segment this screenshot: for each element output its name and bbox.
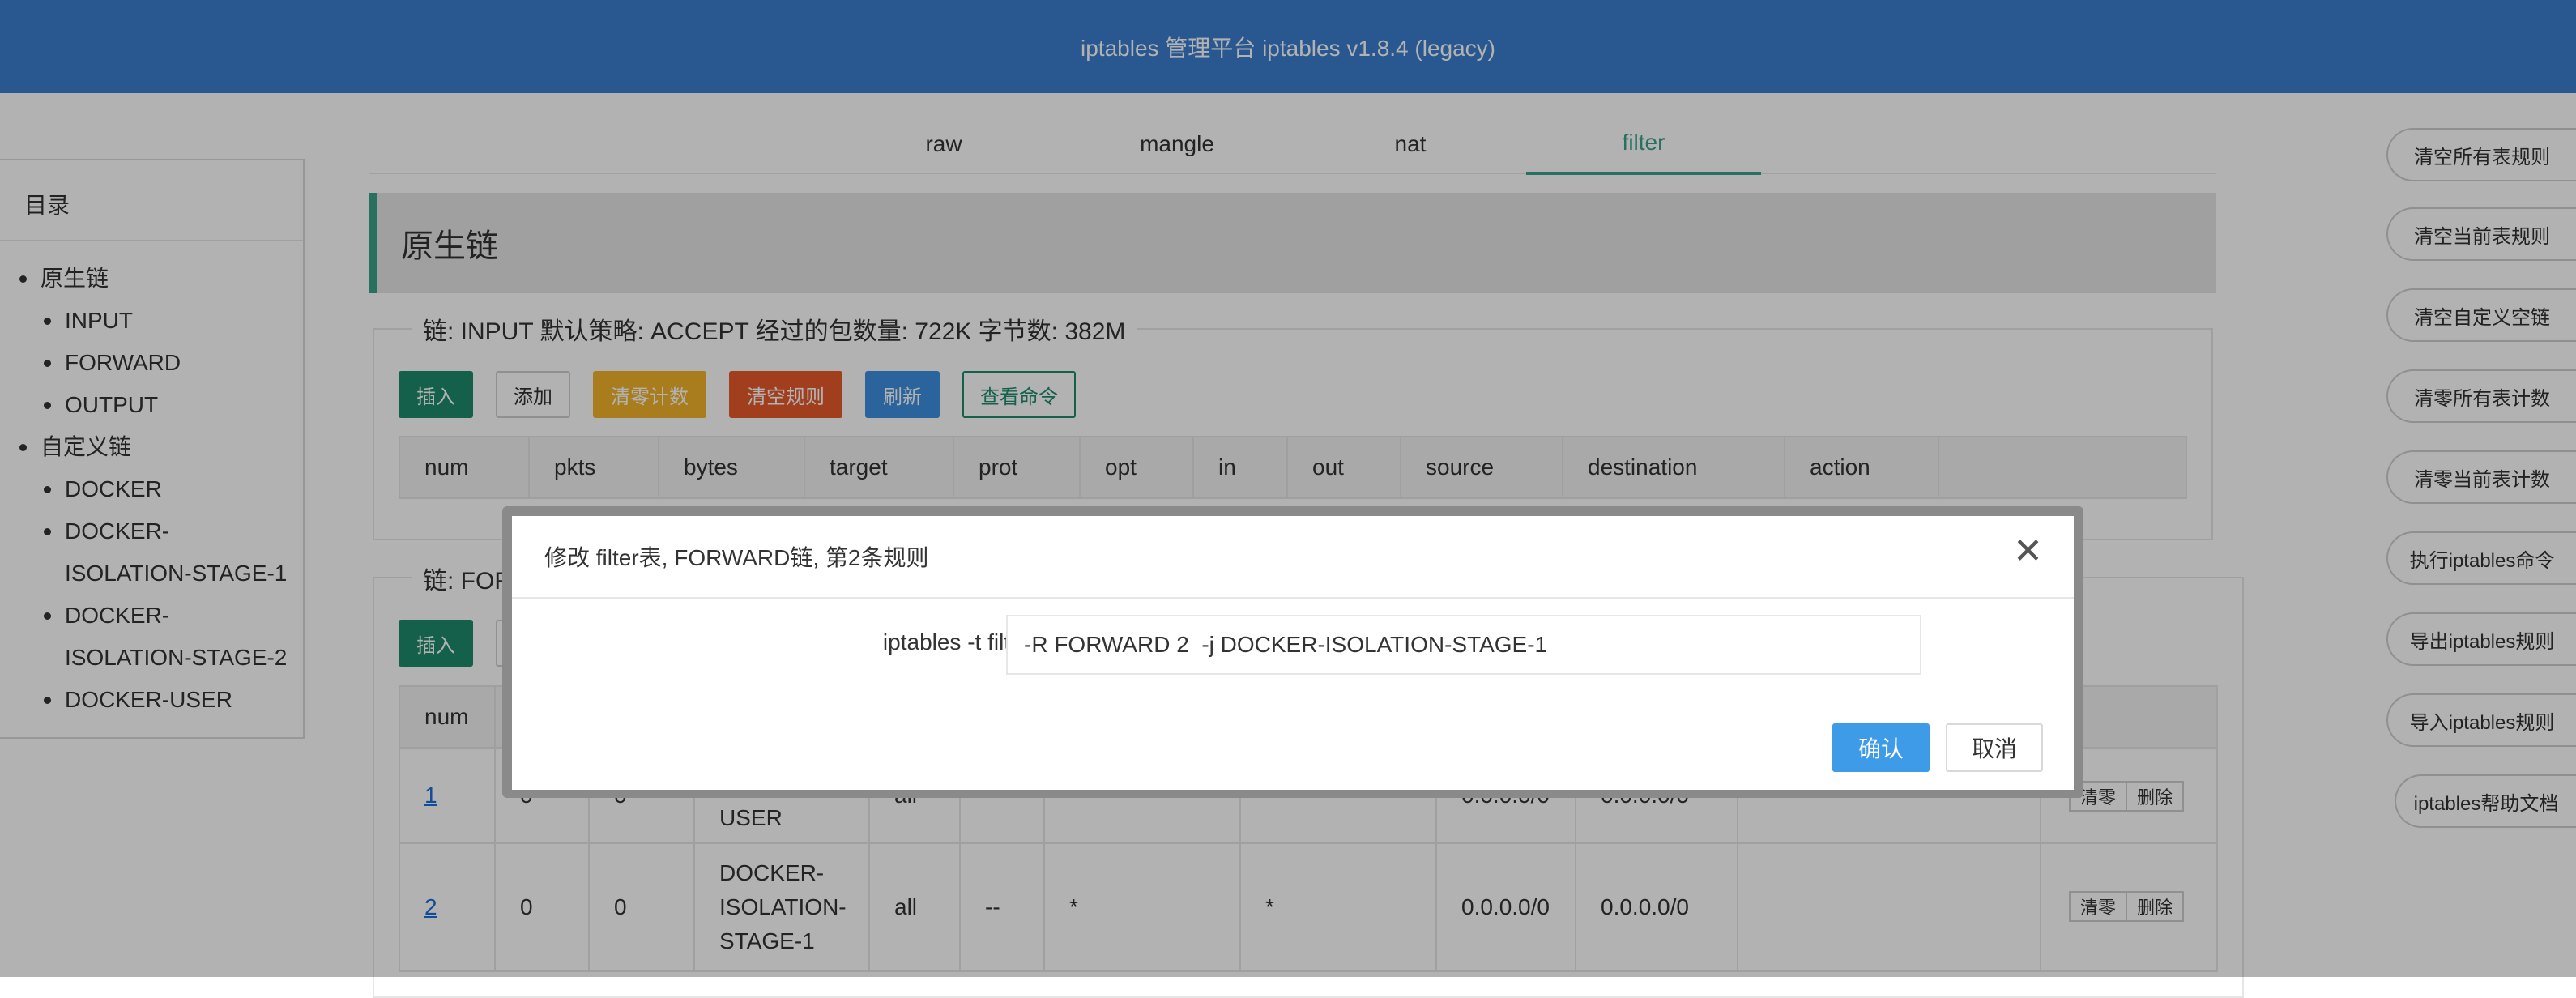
command-prefix-label: iptables -t filter [882,629,1030,655]
dialog-divider [512,597,2074,599]
close-icon[interactable]: ✕ [2013,534,2043,569]
modal-overlay[interactable] [0,0,2576,977]
cancel-button[interactable]: 取消 [1946,723,2043,772]
edit-rule-dialog: 修改 filter表, FORWARD链, 第2条规则 ✕ iptables -… [512,516,2074,790]
rule-command-input[interactable] [1006,615,1921,675]
confirm-button[interactable]: 确认 [1832,723,1930,772]
dialog-title: 修改 filter表, FORWARD链, 第2条规则 [544,545,929,570]
